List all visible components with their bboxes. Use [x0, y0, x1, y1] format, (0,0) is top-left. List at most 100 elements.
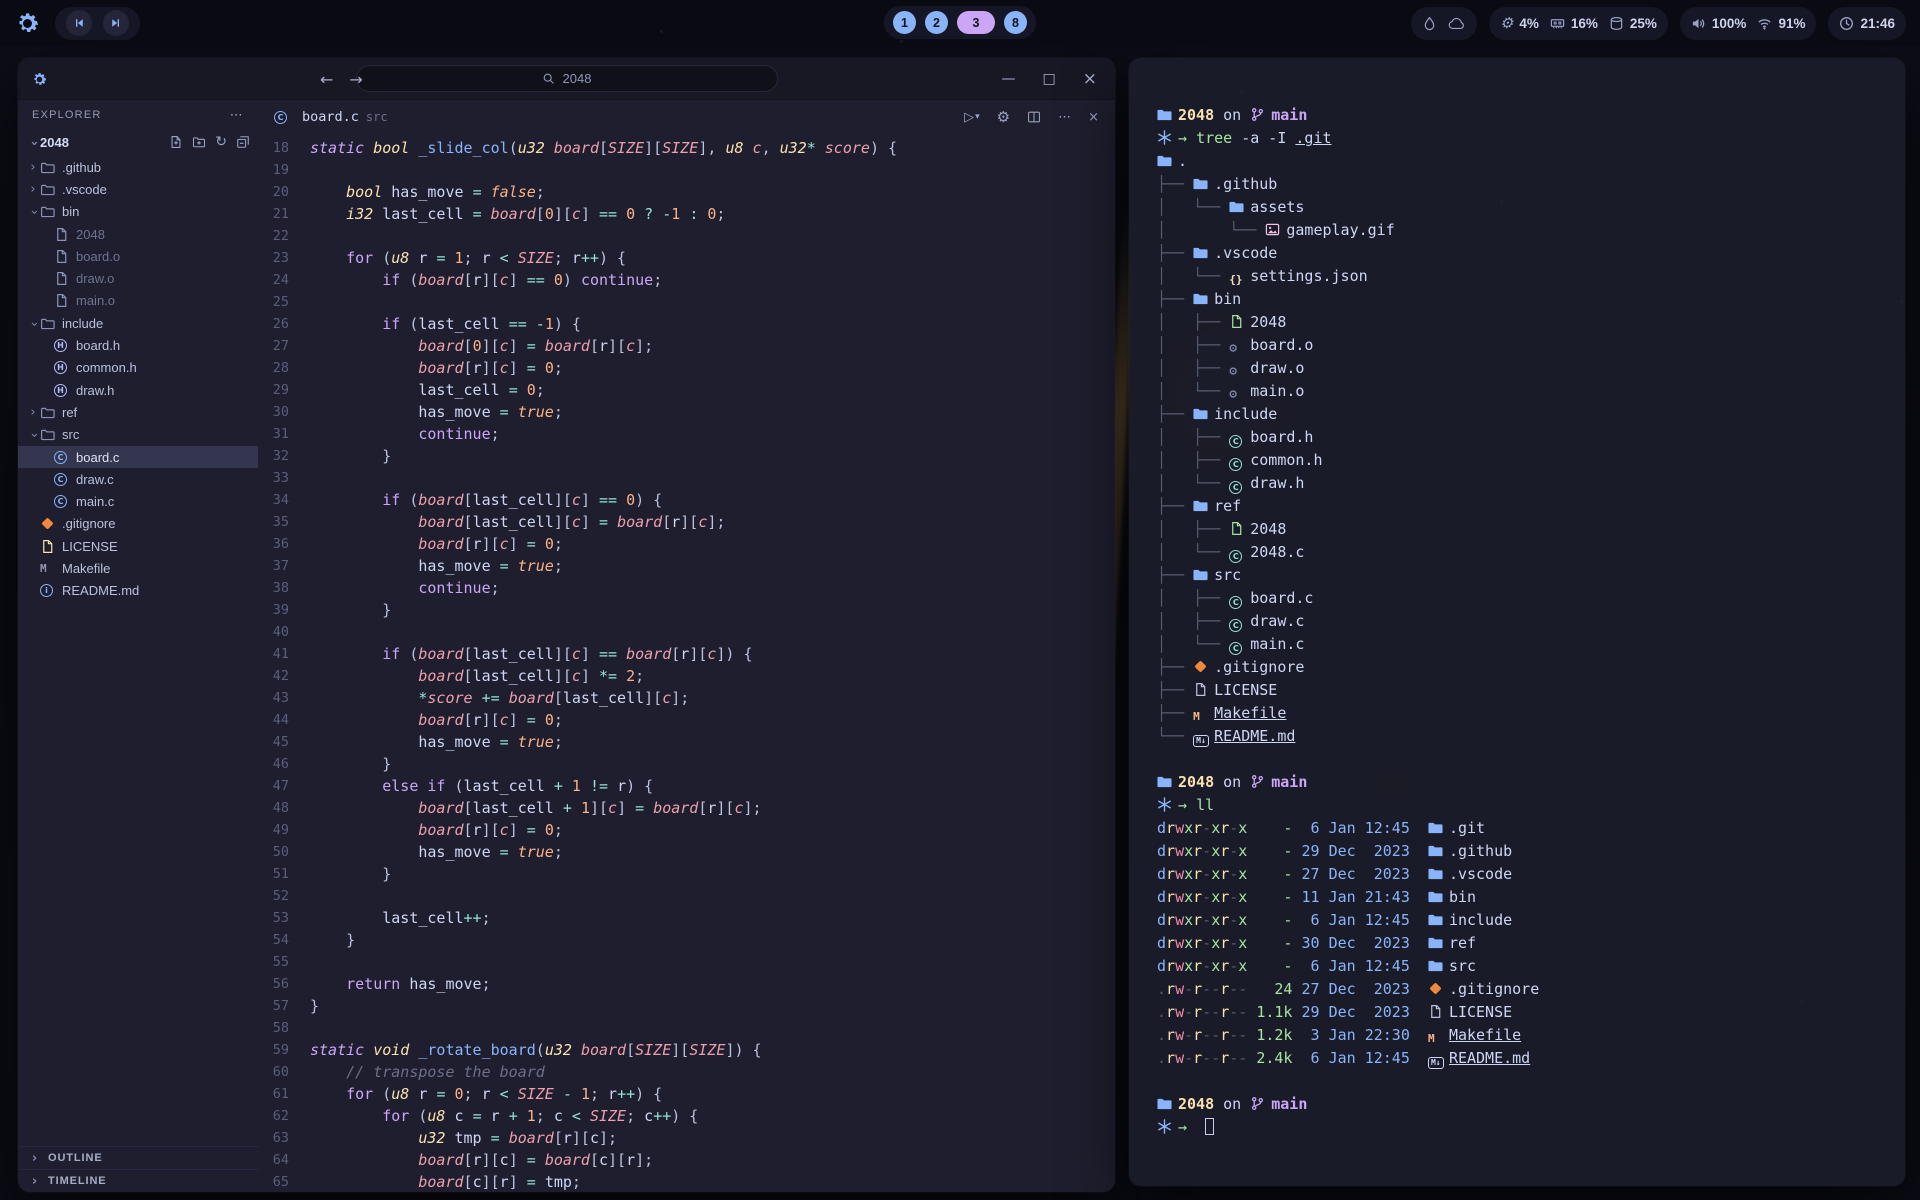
code-line[interactable]: 65 board[c][r] = tmp;	[258, 1171, 1115, 1192]
explorer-item-.gitignore[interactable]: .gitignore	[18, 513, 258, 535]
code-line[interactable]: 28 board[r][c] = 0;	[258, 357, 1115, 379]
explorer-item-bin[interactable]: ›bin	[18, 201, 258, 223]
code-line[interactable]: 36 board[r][c] = 0;	[258, 533, 1115, 555]
new-folder-button[interactable]	[192, 135, 206, 149]
code-line[interactable]: 62 for (u8 c = r + 1; c < SIZE; c++) {	[258, 1105, 1115, 1127]
new-file-button[interactable]	[169, 135, 183, 149]
terminal-command-line[interactable]: →	[1157, 1116, 1881, 1139]
code-line[interactable]: 20 bool has_move = false;	[258, 181, 1115, 203]
explorer-item-Makefile[interactable]: MMakefile	[18, 557, 258, 579]
explorer-item-draw.o[interactable]: draw.o	[18, 267, 258, 289]
code-line[interactable]: 48 board[last_cell + 1][c] = board[r][c]…	[258, 797, 1115, 819]
terminal-command-line[interactable]: → tree -a -I .git	[1157, 127, 1881, 150]
code-line[interactable]: 32 }	[258, 445, 1115, 467]
code-line[interactable]: 57}	[258, 995, 1115, 1017]
code-line[interactable]: 44 board[r][c] = 0;	[258, 709, 1115, 731]
explorer-item-README.md[interactable]: iREADME.md	[18, 580, 258, 602]
code-line[interactable]: 42 board[last_cell][c] *= 2;	[258, 665, 1115, 687]
code-line[interactable]: 37 has_move = true;	[258, 555, 1115, 577]
explorer-item-draw.h[interactable]: Hdraw.h	[18, 379, 258, 401]
terminal-command-line[interactable]: → ll	[1157, 794, 1881, 817]
explorer-more-icon[interactable]: ⋯	[230, 108, 244, 123]
explorer-item-board.o[interactable]: board.o	[18, 245, 258, 267]
minimize-button[interactable]: —	[1002, 71, 1016, 87]
code-line[interactable]: 59static void _rotate_board(u32 board[SI…	[258, 1039, 1115, 1061]
settings-gear-icon[interactable]: ⚙	[997, 108, 1010, 126]
code-line[interactable]: 33	[258, 467, 1115, 489]
code-line[interactable]: 31 continue;	[258, 423, 1115, 445]
refresh-button[interactable]: ↻	[215, 135, 227, 149]
explorer-item-.github[interactable]: ›.github	[18, 156, 258, 178]
code-line[interactable]: 30 has_move = true;	[258, 401, 1115, 423]
code-line[interactable]: 38 continue;	[258, 577, 1115, 599]
terminal-body[interactable]: 2048 on main→ tree -a -I .git.├── .githu…	[1129, 58, 1905, 1182]
code-line[interactable]: 51 }	[258, 863, 1115, 885]
code-line[interactable]: 60 // transpose the board	[258, 1061, 1115, 1083]
code-line[interactable]: 53 last_cell++;	[258, 907, 1115, 929]
code-line[interactable]: 64 board[r][c] = board[c][r];	[258, 1149, 1115, 1171]
code-line[interactable]: 22	[258, 225, 1115, 247]
code-line[interactable]: 26 if (last_cell == -1) {	[258, 313, 1115, 335]
explorer-item-include[interactable]: ›include	[18, 312, 258, 334]
explorer-item-2048[interactable]: 2048	[18, 223, 258, 245]
explorer-item-board.c[interactable]: Cboard.c	[18, 446, 258, 468]
code-line[interactable]: 35 board[last_cell][c] = board[r][c];	[258, 511, 1115, 533]
code-line[interactable]: 41 if (board[last_cell][c] == board[r][c…	[258, 643, 1115, 665]
explorer-item-.vscode[interactable]: ›.vscode	[18, 178, 258, 200]
code-line[interactable]: 45 has_move = true;	[258, 731, 1115, 753]
code-line[interactable]: 49 board[r][c] = 0;	[258, 819, 1115, 841]
explorer-item-main.c[interactable]: Cmain.c	[18, 490, 258, 512]
vscode-titlebar[interactable]: ← → 2048 — □ ×	[18, 58, 1115, 100]
close-button[interactable]: ×	[1083, 69, 1097, 89]
explorer-item-main.o[interactable]: main.o	[18, 290, 258, 312]
code-line[interactable]: 43 *score += board[last_cell][c];	[258, 687, 1115, 709]
code-line[interactable]: 47 else if (last_cell + 1 != r) {	[258, 775, 1115, 797]
explorer-item-LICENSE[interactable]: LICENSE	[18, 535, 258, 557]
system-logo-icon[interactable]	[14, 10, 41, 37]
workspace-1[interactable]: 1	[893, 11, 916, 34]
code-line[interactable]: 56 return has_move;	[258, 973, 1115, 995]
explorer-item-src[interactable]: ›src	[18, 424, 258, 446]
code-line[interactable]: 34 if (board[last_cell][c] == 0) {	[258, 489, 1115, 511]
tab-board-c[interactable]: C board.c src	[274, 109, 388, 125]
code-line[interactable]: 19	[258, 159, 1115, 181]
wifi-stat[interactable]: 91%	[1757, 16, 1805, 31]
workspace-3[interactable]: 3	[957, 11, 995, 34]
explorer-item-draw.c[interactable]: Cdraw.c	[18, 468, 258, 490]
clock-widget[interactable]: 21:46	[1828, 7, 1906, 40]
code-line[interactable]: 25	[258, 291, 1115, 313]
code-line[interactable]: 40	[258, 621, 1115, 643]
code-line[interactable]: 46 }	[258, 753, 1115, 775]
explorer-item-board.h[interactable]: Hboard.h	[18, 334, 258, 356]
command-center-search[interactable]: 2048	[356, 65, 778, 92]
collapse-all-button[interactable]	[236, 135, 250, 149]
split-editor-button[interactable]	[1027, 110, 1041, 124]
run-button[interactable]: ▷▾	[964, 110, 980, 125]
code-line[interactable]: 24 if (board[r][c] == 0) continue;	[258, 269, 1115, 291]
more-actions-button[interactable]: ⋯	[1058, 110, 1071, 125]
workspace-8[interactable]: 8	[1004, 11, 1027, 34]
code-line[interactable]: 39 }	[258, 599, 1115, 621]
volume-stat[interactable]: 100%	[1691, 16, 1747, 31]
timeline-panel-header[interactable]: › TIMELINE	[18, 1169, 258, 1192]
weather-widget[interactable]	[1411, 7, 1477, 40]
code-line[interactable]: 27 board[0][c] = board[r][c];	[258, 335, 1115, 357]
explorer-item-ref[interactable]: ›ref	[18, 401, 258, 423]
code-editor[interactable]: 18static bool _slide_col(u32 board[SIZE]…	[258, 134, 1115, 1192]
explorer-root-row[interactable]: › 2048 ↻	[18, 130, 258, 154]
workspace-2[interactable]: 2	[925, 11, 948, 34]
code-line[interactable]: 29 last_cell = 0;	[258, 379, 1115, 401]
nav-back-button[interactable]: ←	[320, 70, 333, 89]
nav-forward-button[interactable]: →	[349, 70, 362, 89]
code-line[interactable]: 58	[258, 1017, 1115, 1039]
maximize-button[interactable]: □	[1043, 71, 1056, 87]
close-editor-button[interactable]: ×	[1088, 110, 1099, 125]
code-line[interactable]: 18static bool _slide_col(u32 board[SIZE]…	[258, 137, 1115, 159]
code-line[interactable]: 21 i32 last_cell = board[0][c] == 0 ? -1…	[258, 203, 1115, 225]
media-prev-button[interactable]	[66, 10, 92, 36]
code-line[interactable]: 52	[258, 885, 1115, 907]
code-line[interactable]: 54 }	[258, 929, 1115, 951]
explorer-item-common.h[interactable]: Hcommon.h	[18, 357, 258, 379]
code-line[interactable]: 55	[258, 951, 1115, 973]
code-line[interactable]: 23 for (u8 r = 1; r < SIZE; r++) {	[258, 247, 1115, 269]
